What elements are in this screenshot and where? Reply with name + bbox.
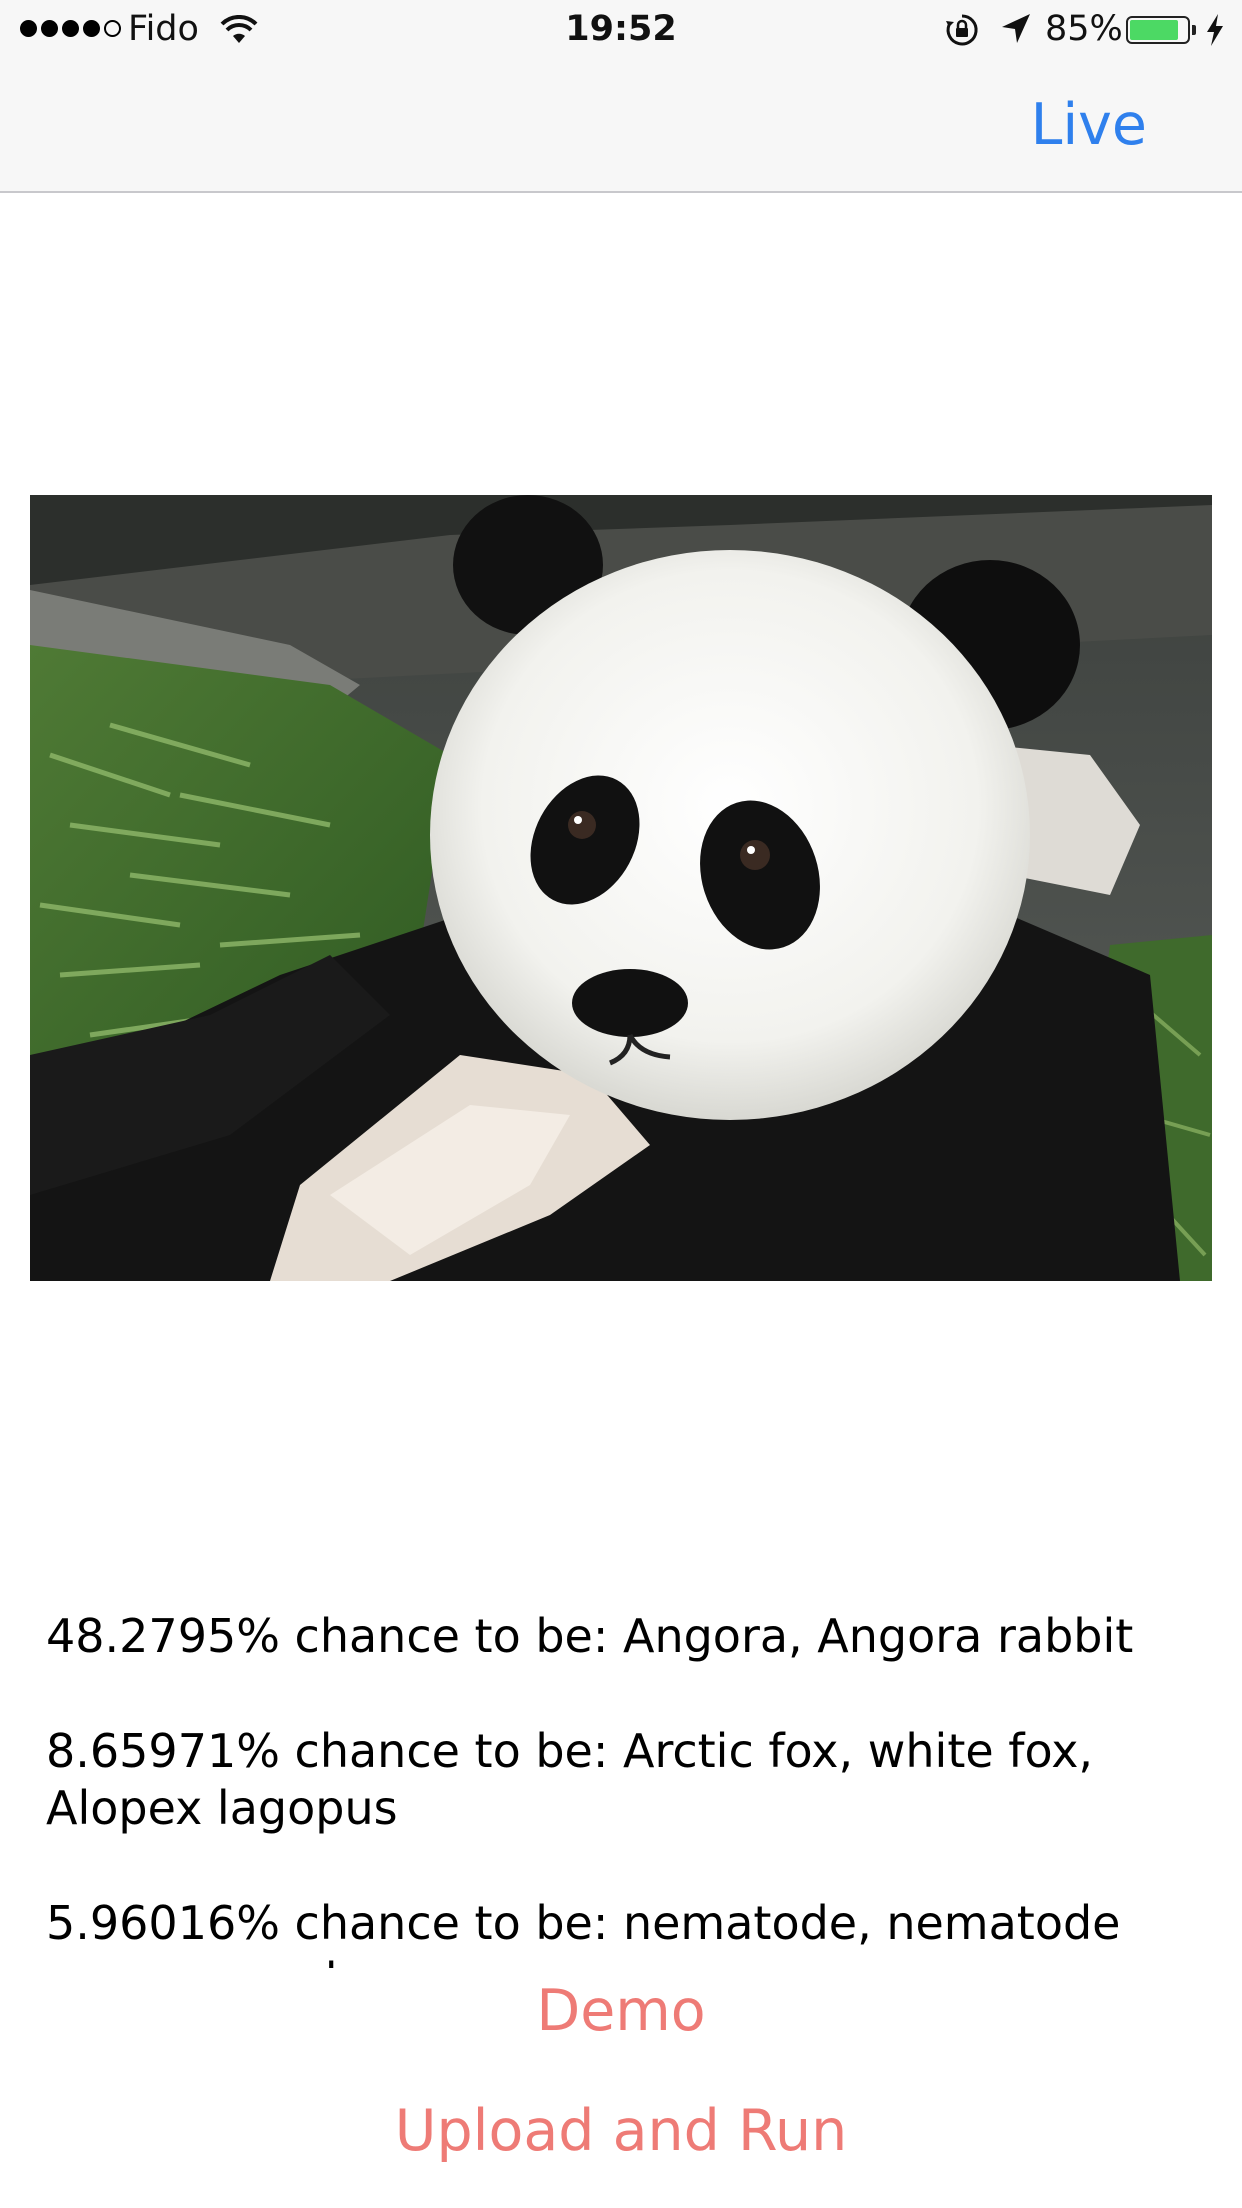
demo-button[interactable]: Demo [0, 1978, 1242, 2044]
orientation-lock-icon [945, 13, 979, 56]
battery-percent: 85% [1045, 9, 1123, 49]
battery-icon [1126, 16, 1190, 44]
panda-photo [30, 495, 1212, 1281]
result-item: 48.2795% chance to be: Angora, Angora ra… [46, 1609, 1134, 1663]
result-item: 5.96016% chance to be: nematode, nematod… [46, 1896, 1121, 1968]
top-bar: Fido 19:52 85% Live [0, 0, 1242, 193]
upload-and-run-button[interactable]: Upload and Run [0, 2098, 1242, 2164]
charging-bolt-icon [1205, 13, 1225, 56]
battery-tip [1192, 25, 1196, 35]
status-bar: Fido 19:52 85% [0, 0, 1242, 62]
result-item: 8.65971% chance to be: Arctic fox, white… [46, 1724, 1094, 1835]
battery-level-fill [1130, 20, 1178, 40]
results-list: 48.2795% chance to be: Angora, Angora ra… [46, 1608, 1206, 1968]
screen: Fido 19:52 85% Live 48.2795% chance to b… [0, 0, 1242, 2208]
location-arrow-icon [1000, 12, 1032, 55]
live-button[interactable]: Live [1031, 92, 1147, 158]
